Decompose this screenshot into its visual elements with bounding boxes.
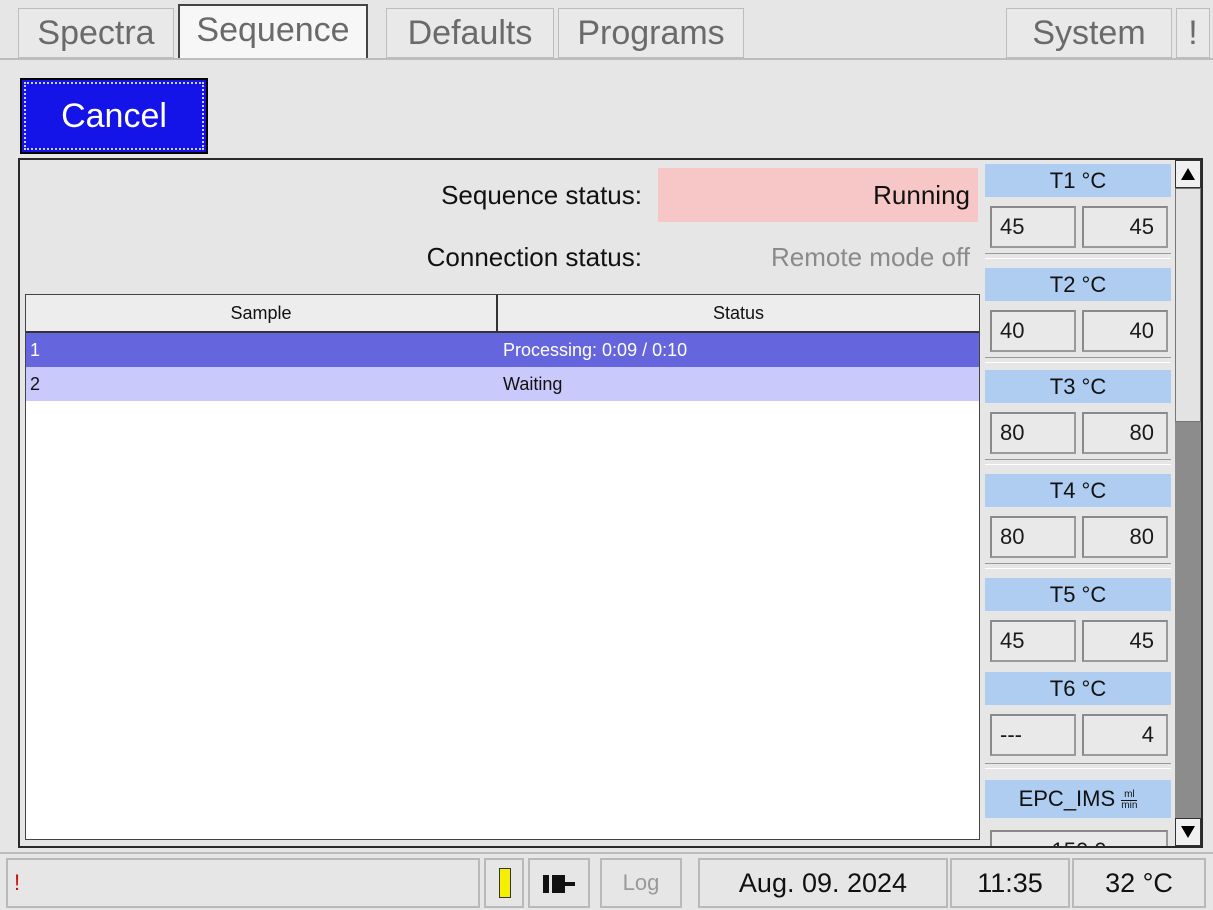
- connection-status-label: Connection status:: [426, 242, 642, 272]
- sensor-label: T6 °C: [985, 672, 1171, 705]
- sensor-divider: [985, 253, 1171, 259]
- tab-alerts[interactable]: !: [1176, 8, 1210, 58]
- epc-unit-denominator: min: [1121, 799, 1138, 811]
- sequence-status-label: Sequence status:: [441, 180, 642, 210]
- log-button[interactable]: Log: [600, 858, 682, 908]
- sample-table: Sample Status 1 Processing: 0:09 / 0:10 …: [25, 294, 980, 840]
- tab-divider: [0, 58, 1213, 60]
- epc-value: 150.0: [990, 830, 1168, 846]
- sensor-actual: 45: [1082, 620, 1168, 662]
- sensor-label: T4 °C: [985, 474, 1171, 507]
- sensor-actual: 80: [1082, 412, 1168, 454]
- sensor-actual: 4: [1082, 714, 1168, 756]
- sensor-divider: [985, 357, 1171, 363]
- triangle-down-icon[interactable]: [1175, 818, 1201, 846]
- sensor-label: T1 °C: [985, 164, 1171, 197]
- sensor-setpoint: ---: [990, 714, 1076, 756]
- tab-spectra[interactable]: Spectra: [18, 8, 174, 58]
- sensor-label: T2 °C: [985, 268, 1171, 301]
- led-light: [499, 868, 511, 898]
- epc-label: EPC_IMS: [1018, 786, 1116, 811]
- sensor-actual: 45: [1082, 206, 1168, 248]
- sensor-divider: [985, 763, 1171, 769]
- sensor-label: T5 °C: [985, 578, 1171, 611]
- scroll-thumb[interactable]: [1175, 188, 1201, 422]
- sensor-setpoint: 80: [990, 516, 1076, 558]
- tab-programs[interactable]: Programs: [558, 8, 744, 58]
- table-row[interactable]: 2 Waiting: [26, 367, 979, 401]
- epc-unit: ml min: [1121, 789, 1138, 811]
- sensor-setpoint: 80: [990, 412, 1076, 454]
- sensor-label: T3 °C: [985, 370, 1171, 403]
- status-cell: Processing: 0:09 / 0:10: [503, 340, 688, 360]
- sensor-divider: [985, 563, 1171, 569]
- column-header-status[interactable]: Status: [498, 295, 979, 331]
- sensor-setpoint: 45: [990, 620, 1076, 662]
- sample-cell: 1: [30, 340, 41, 360]
- status-bar: ! Log Aug. 09. 2024 11:35 32 °C: [0, 852, 1213, 910]
- sequence-panel: Sequence status: Running Connection stat…: [18, 158, 1203, 848]
- time-display: 11:35: [950, 858, 1070, 908]
- sensor-setpoint: 45: [990, 206, 1076, 248]
- table-row[interactable]: 1 Processing: 0:09 / 0:10: [26, 333, 979, 367]
- connection-status-value: Remote mode off: [771, 242, 970, 272]
- tab-sequence[interactable]: Sequence: [178, 4, 368, 58]
- status-message: !: [6, 858, 480, 908]
- status-cell: Waiting: [503, 374, 563, 394]
- sensor-label: EPC_IMS ml min: [985, 780, 1171, 818]
- sensor-divider: [985, 459, 1171, 465]
- triangle-up-icon[interactable]: [1175, 160, 1201, 188]
- sensor-setpoint: 40: [990, 310, 1076, 352]
- plug-icon: [543, 875, 575, 893]
- column-header-sample[interactable]: Sample: [26, 295, 498, 331]
- sensor-panel: T1 °C 45 45 T2 °C 40 40 T3 °C 80 80 T4 °…: [983, 160, 1173, 846]
- table-header: Sample Status: [26, 295, 979, 333]
- sensor-scrollbar[interactable]: [1175, 160, 1201, 846]
- sensor-actual: 40: [1082, 310, 1168, 352]
- sample-cell: 2: [30, 374, 41, 394]
- tab-defaults[interactable]: Defaults: [386, 8, 554, 58]
- temperature-display: 32 °C: [1072, 858, 1206, 908]
- connection-indicator: [528, 858, 590, 908]
- sensor-actual: 80: [1082, 516, 1168, 558]
- tab-system[interactable]: System: [1006, 8, 1172, 58]
- date-display: Aug. 09. 2024: [698, 858, 948, 908]
- tab-bar: Spectra Sequence Defaults Programs Syste…: [0, 0, 1213, 62]
- led-indicator: [484, 858, 524, 908]
- cancel-button[interactable]: Cancel: [20, 78, 208, 154]
- sequence-status-value: Running: [658, 168, 978, 222]
